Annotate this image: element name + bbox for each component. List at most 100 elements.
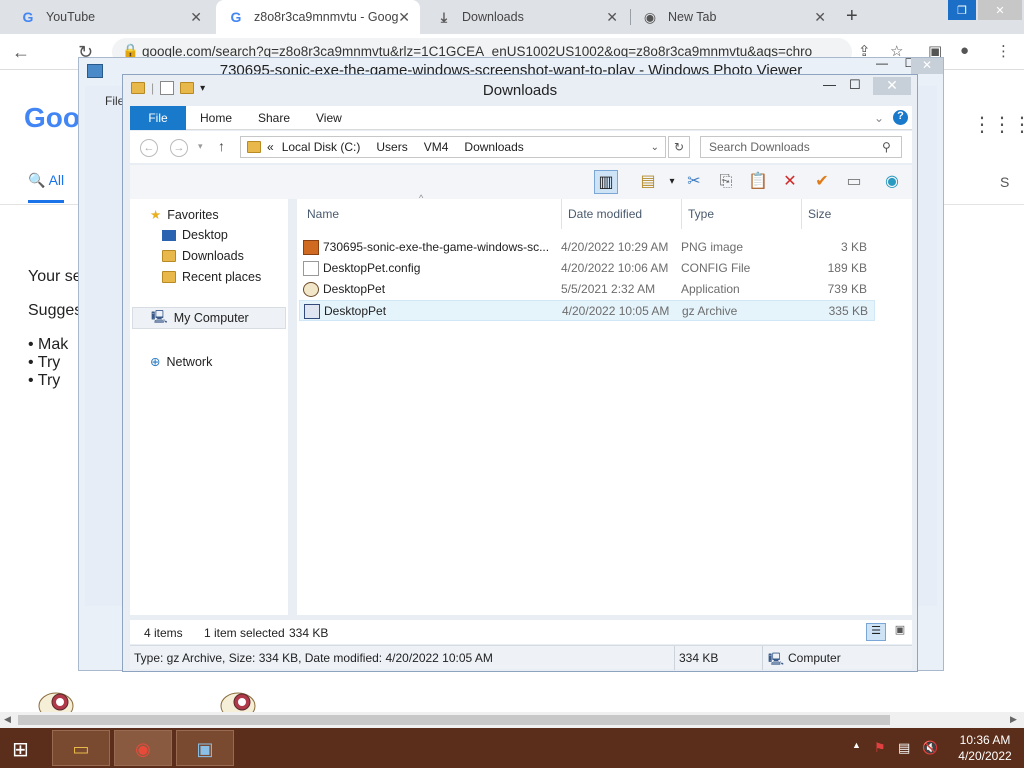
breadcrumb-overflow[interactable]: «: [267, 140, 274, 154]
restore-window-button[interactable]: ❐: [948, 0, 976, 20]
column-header-size[interactable]: Size: [808, 203, 831, 229]
large-icons-view-icon[interactable]: ▣: [890, 623, 910, 641]
details-location: Computer: [788, 651, 841, 665]
column-header-date[interactable]: Date modified: [568, 203, 642, 229]
photo-viewer-icon[interactable]: ▣: [176, 730, 234, 766]
back-arrow-icon[interactable]: ←: [12, 42, 30, 63]
sheep-app-icon: [303, 282, 319, 297]
paste-icon[interactable]: 📋: [746, 170, 770, 194]
search-icon: 🔍: [28, 172, 46, 188]
file-date: 5/5/2021 2:32 AM: [561, 282, 656, 296]
tab-all[interactable]: 🔍 All: [28, 172, 64, 189]
tab-view[interactable]: View: [316, 106, 342, 130]
cut-icon[interactable]: ✂: [682, 170, 706, 194]
tab-home[interactable]: Home: [200, 106, 232, 130]
profile-icon[interactable]: ●: [960, 42, 969, 59]
column-separator: [561, 199, 562, 229]
google-icon: G: [22, 9, 34, 25]
chevron-down-icon[interactable]: ⌄: [651, 142, 659, 153]
nav-downloads[interactable]: Downloads: [162, 249, 244, 263]
details-bar: Type: gz Archive, Size: 334 KB, Date mod…: [130, 645, 912, 670]
column-separator: [681, 199, 682, 229]
windows-start-icon[interactable]: ⊞: [12, 737, 29, 762]
checkmark-icon[interactable]: ✔: [810, 170, 834, 194]
google-logo[interactable]: Goo: [24, 102, 80, 134]
tab-share[interactable]: Share: [258, 106, 290, 130]
file-row-selected[interactable]: DesktopPet 4/20/2022 10:05 AM gz Archive…: [299, 300, 875, 321]
nav-label: Desktop: [182, 228, 228, 242]
nav-my-computer[interactable]: 🖳 My Computer: [132, 307, 286, 329]
file-row[interactable]: 730695-sonic-exe-the-game-windows-sc... …: [299, 237, 875, 258]
close-tab-icon[interactable]: ✕: [398, 9, 410, 26]
tab-file[interactable]: File: [130, 106, 186, 130]
breadcrumb[interactable]: « Local Disk (C:) Users VM4 Downloads ⌄: [240, 136, 666, 158]
folder-options-icon[interactable]: ▤: [636, 170, 660, 194]
explorer-window: | ▾ Downloads — ☐ ✕ File Home Share View…: [122, 74, 918, 672]
file-row[interactable]: DesktopPet 5/5/2021 2:32 AM Application …: [299, 279, 875, 300]
scroll-right-icon[interactable]: ▶: [1010, 714, 1017, 725]
globe-icon[interactable]: ◉: [880, 170, 904, 194]
expand-ribbon-icon[interactable]: ⌄: [874, 106, 884, 130]
help-icon[interactable]: ?: [893, 110, 908, 125]
delete-icon[interactable]: ✕: [778, 170, 802, 194]
preview-pane-icon[interactable]: ▥: [594, 170, 618, 194]
column-header-name[interactable]: Name: [307, 203, 339, 229]
breadcrumb-vm4[interactable]: VM4: [424, 140, 449, 154]
back-arrow-icon[interactable]: ←: [140, 139, 158, 157]
breadcrumb-downloads[interactable]: Downloads: [464, 140, 523, 154]
recent-locations-icon[interactable]: ▾: [198, 141, 203, 152]
chrome-icon[interactable]: ◉: [114, 730, 172, 766]
item-count: 4 items: [144, 626, 183, 640]
close-tab-icon[interactable]: ✕: [814, 9, 826, 26]
close-window-button[interactable]: ✕: [978, 0, 1022, 20]
chevron-down-icon[interactable]: ▾: [660, 170, 684, 194]
network-icon: ⊕: [150, 355, 161, 369]
right-tab-label[interactable]: S: [1000, 174, 1009, 190]
apps-grid-icon[interactable]: ⋮⋮⋮: [972, 112, 1024, 137]
column-header-type[interactable]: Type: [688, 203, 714, 229]
network-icon[interactable]: ▤: [898, 740, 910, 756]
up-arrow-icon[interactable]: ↑: [218, 138, 225, 154]
divider: [762, 646, 763, 670]
breadcrumb-local-disk[interactable]: Local Disk (C:): [282, 140, 361, 154]
scrollbar-thumb[interactable]: [18, 715, 890, 725]
rename-icon[interactable]: ▭: [842, 170, 866, 194]
nav-recent-places[interactable]: Recent places: [162, 270, 261, 284]
close-tab-icon[interactable]: ✕: [606, 9, 618, 26]
menu-icon[interactable]: ⋮: [996, 42, 1011, 60]
volume-muted-icon[interactable]: 🔇: [922, 740, 938, 756]
close-button[interactable]: ✕: [873, 77, 911, 95]
tab-downloads[interactable]: ⤓ Downloads ✕: [424, 0, 628, 34]
tab-title: z8o8r3ca9mnmvtu - Goog: [254, 10, 399, 24]
file-explorer-icon[interactable]: ▭: [52, 730, 110, 766]
minimize-button[interactable]: —: [869, 56, 895, 72]
tab-new-tab[interactable]: ◉ New Tab ✕: [630, 0, 836, 34]
nav-network[interactable]: ⊕ Network: [150, 354, 212, 370]
nav-favorites[interactable]: ★ Favorites: [150, 207, 219, 223]
nav-desktop[interactable]: Desktop: [162, 228, 228, 242]
copy-icon[interactable]: ⎘: [714, 170, 738, 194]
file-name: DesktopPet: [323, 282, 386, 296]
minimize-button[interactable]: —: [823, 77, 836, 92]
show-hidden-icons[interactable]: ▲: [852, 740, 861, 750]
close-tab-icon[interactable]: ✕: [190, 9, 202, 26]
maximize-button[interactable]: ☐: [849, 77, 861, 93]
file-row[interactable]: DesktopPet.config 4/20/2022 10:06 AM CON…: [299, 258, 875, 279]
tab-title: YouTube: [46, 10, 96, 24]
sort-indicator-icon: ^: [419, 193, 424, 203]
scroll-left-icon[interactable]: ◀: [4, 714, 11, 725]
forward-arrow-icon[interactable]: →: [170, 139, 188, 157]
horizontal-scrollbar[interactable]: ◀ ▶: [0, 712, 1024, 728]
details-view-icon[interactable]: ☰: [866, 623, 886, 641]
tab-google-search[interactable]: G z8o8r3ca9mnmvtu - Goog ✕: [216, 0, 420, 34]
search-input[interactable]: Search Downloads: [700, 136, 902, 158]
command-toolbar: ▥ ▤ ▾ ✂ ⎘ 📋 ✕ ✔ ▭ ◉: [130, 165, 912, 199]
tab-youtube[interactable]: G YouTube ✕: [8, 0, 212, 34]
clock[interactable]: 10:36 AM 4/20/2022: [952, 732, 1018, 764]
search-icon[interactable]: ⚲: [882, 140, 891, 154]
refresh-icon[interactable]: ↻: [668, 136, 690, 158]
new-tab-button[interactable]: +: [846, 5, 858, 28]
breadcrumb-users[interactable]: Users: [376, 140, 407, 154]
action-center-icon[interactable]: ⚑: [874, 740, 886, 756]
close-button[interactable]: ✕: [911, 58, 943, 74]
